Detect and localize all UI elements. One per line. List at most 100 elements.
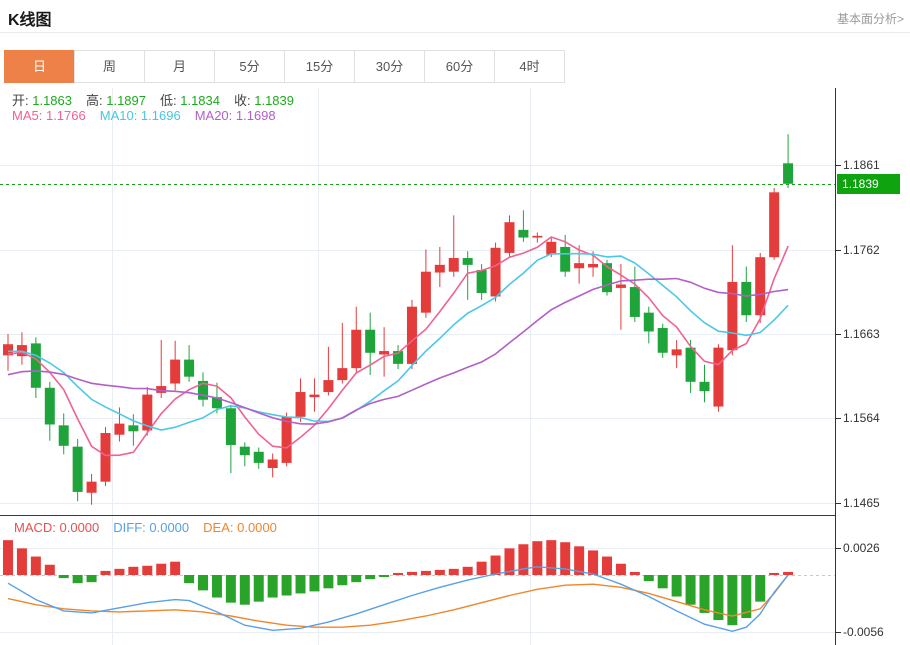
macd-bar <box>337 575 347 585</box>
candle-body <box>449 258 459 272</box>
macd-readout: MACD: 0.0000 DIFF: 0.0000 DEA: 0.0000 <box>14 520 291 535</box>
readout-item: 开: 1.1863 <box>12 93 72 108</box>
macd-bar <box>365 575 375 579</box>
macd-bar <box>379 575 389 577</box>
readout-item: DEA: 0.0000 <box>203 520 277 535</box>
macd-bar <box>769 573 779 575</box>
candle-body <box>337 368 347 380</box>
candle-body <box>365 330 375 353</box>
candle-body <box>296 392 306 417</box>
macd-bar <box>518 544 528 575</box>
candle-body <box>31 343 41 387</box>
macd-bar <box>421 571 431 575</box>
candle-body <box>114 424 124 435</box>
macd-bar <box>309 575 319 591</box>
macd-bar <box>602 557 612 575</box>
candle-body <box>560 247 570 272</box>
candle-body <box>101 433 111 482</box>
candle-body <box>491 248 501 297</box>
macd-bar <box>212 575 222 598</box>
candle-body <box>630 287 640 317</box>
candle-body <box>170 360 180 384</box>
macd-bar <box>73 575 83 583</box>
macd-bar <box>240 575 250 605</box>
macd-bar <box>491 556 501 575</box>
macd-bar <box>727 575 737 625</box>
price-tick-label: 1.1762 <box>843 242 907 258</box>
macd-bar <box>128 567 138 575</box>
macd-bar <box>296 575 306 593</box>
macd-tick-label: -0.0056 <box>843 624 907 640</box>
candle-body <box>518 230 528 238</box>
candle-body <box>477 270 487 293</box>
macd-bar <box>323 575 333 588</box>
candle-body <box>379 351 389 354</box>
candle-body <box>128 425 138 431</box>
macd-bar <box>17 548 27 575</box>
candle-body <box>282 417 292 463</box>
price-tick-label: 1.1465 <box>843 495 907 511</box>
macd-bar <box>101 571 111 575</box>
macd-bar <box>156 564 166 575</box>
readout-item: MACD: 0.0000 <box>14 520 99 535</box>
readout-item: DIFF: 0.0000 <box>113 520 189 535</box>
readout-item: 高: 1.1897 <box>86 93 146 108</box>
candle-body <box>672 349 682 355</box>
dea-line <box>8 575 788 627</box>
candle-body <box>240 447 250 456</box>
macd-bar <box>31 557 41 575</box>
price-tick-label: 1.1861 <box>843 157 907 173</box>
candle-body <box>45 388 55 425</box>
candle-body <box>73 447 83 492</box>
candle-body <box>727 282 737 350</box>
macd-bar <box>644 575 654 581</box>
readout-item: MA5: 1.1766 <box>12 108 86 123</box>
macd-bar <box>114 569 124 575</box>
macd-bar <box>700 575 710 613</box>
macd-bar <box>3 540 13 575</box>
macd-bar <box>463 567 473 575</box>
macd-bar <box>477 562 487 575</box>
kline-page: K线图 基本面分析> 日周月5分15分30分60分4时 开: 1.1863高: … <box>0 0 910 645</box>
candle-body <box>741 282 751 315</box>
ma10-line <box>8 254 788 430</box>
candle-body <box>463 258 473 265</box>
macd-bar <box>351 575 361 582</box>
macd-bar <box>449 569 459 575</box>
candle-body <box>713 348 723 407</box>
macd-bar <box>254 575 264 602</box>
candle-body <box>226 408 236 445</box>
macd-bar <box>393 573 403 575</box>
macd-bar <box>268 575 278 598</box>
candle-body <box>407 307 417 364</box>
candle-body <box>546 242 556 255</box>
last-price-badge: 1.1839 <box>837 174 900 194</box>
readout-item: MA10: 1.1696 <box>100 108 181 123</box>
candle-body <box>574 263 584 268</box>
candle-body <box>504 222 514 253</box>
macd-bar <box>588 550 598 575</box>
macd-bar <box>198 575 208 590</box>
candle-body <box>421 272 431 313</box>
macd-bar <box>686 575 696 605</box>
macd-bar <box>783 572 793 575</box>
candle-body <box>658 328 668 353</box>
readout-item: 低: 1.1834 <box>160 93 220 108</box>
macd-bar <box>532 541 542 575</box>
candle-body <box>644 313 654 332</box>
macd-bar <box>184 575 194 583</box>
ohlc-readout: 开: 1.1863 高: 1.1897 低: 1.1834 收: 1.1839 <box>12 90 308 109</box>
price-tick-label: 1.1564 <box>843 410 907 426</box>
candle-body <box>700 382 710 391</box>
macd-bar <box>616 564 626 575</box>
candle-body <box>184 360 194 377</box>
candle-body <box>769 192 779 257</box>
macd-bar <box>407 572 417 575</box>
macd-bar <box>226 575 236 603</box>
candle-body <box>588 264 598 267</box>
candle-body <box>59 425 69 445</box>
macd-bar <box>59 575 69 578</box>
candle-body <box>532 236 542 238</box>
readout-item: 收: 1.1839 <box>234 93 294 108</box>
candle-body <box>783 163 793 183</box>
